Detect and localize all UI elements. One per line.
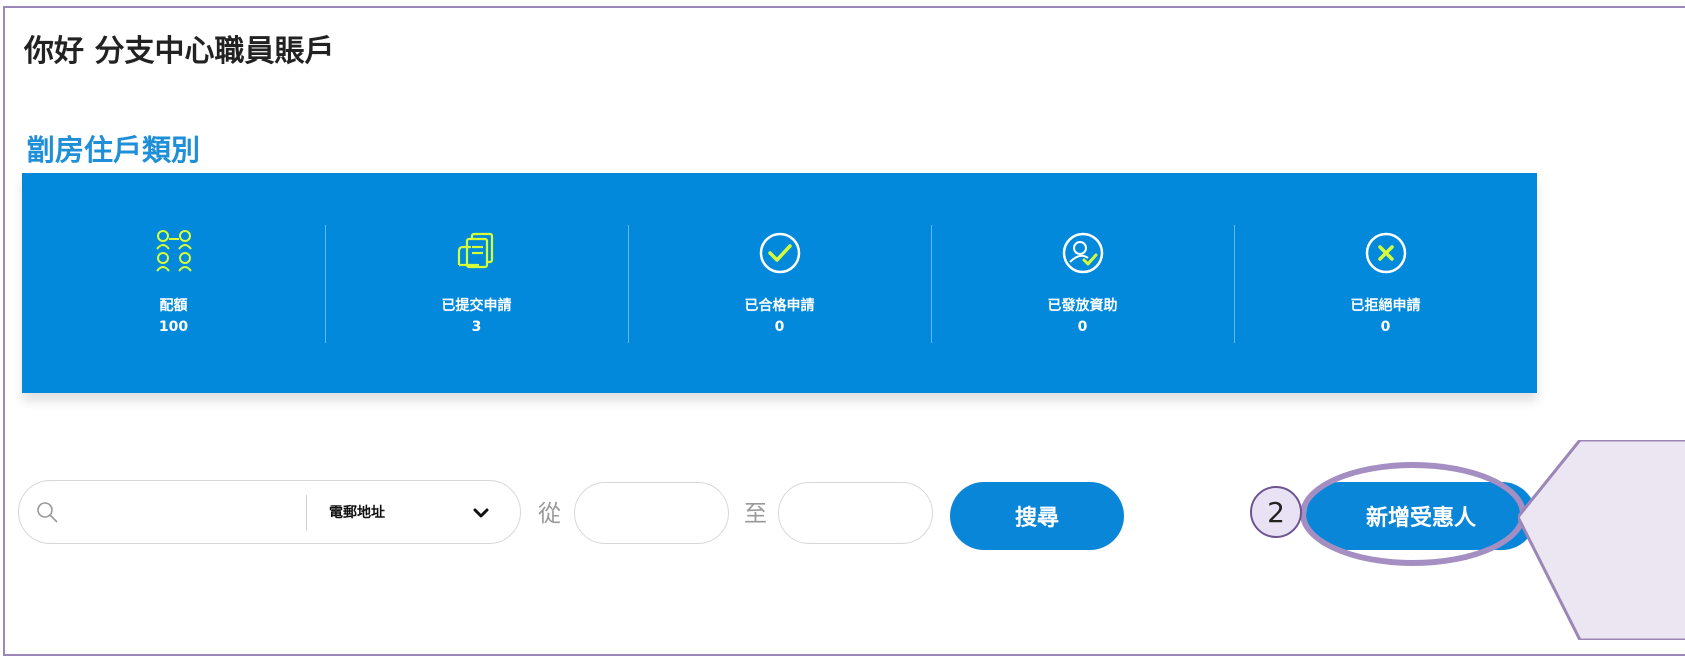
callout-pointer [1516,438,1685,644]
stat-value: 0 [1380,319,1391,335]
stat-quota: 配額 100 [22,225,325,345]
stat-label: 配額 [159,298,188,314]
search-input[interactable] [71,495,305,531]
from-date-input[interactable] [574,482,729,544]
page-greeting: 你好 分支中心職員賬戶 [24,34,335,69]
to-label: 至 [744,501,767,527]
stat-submitted: 已提交申請 3 [325,225,628,345]
to-date-input[interactable] [778,482,933,544]
stat-label: 已提交申請 [441,298,512,314]
search-bar: 電郵地址 [18,480,521,544]
quota-people-icon [22,225,325,281]
search-button[interactable]: 搜尋 [950,482,1124,550]
submitted-documents-icon [325,225,628,281]
x-circle-icon [1234,225,1537,281]
stat-value: 3 [471,319,482,335]
step-badge: 2 [1250,486,1302,538]
stat-label: 已合格申請 [744,298,815,314]
search-icon [35,500,59,528]
from-label: 從 [538,501,561,527]
highlight-oval [1300,462,1526,566]
chevron-down-icon[interactable] [471,503,491,527]
stat-value: 0 [774,319,785,335]
stat-value: 0 [1077,319,1088,335]
stat-label: 已拒絕申請 [1350,298,1421,314]
stat-eligible: 已合格申請 0 [628,225,931,345]
person-check-icon [931,225,1234,281]
stat-label: 已發放資助 [1047,298,1118,314]
search-separator [306,495,307,531]
search-field-select[interactable]: 電郵地址 [329,502,385,522]
stats-banner: 配額 100 已提交申請 3 已合格申請 0 已發放資助 0 已拒絕申請 0 [22,173,1537,393]
check-circle-icon [628,225,931,281]
section-title: 劏房住戶類別 [26,133,201,167]
stat-rejected: 已拒絕申請 0 [1234,225,1537,345]
stat-value: 100 [158,319,189,335]
stat-disbursed: 已發放資助 0 [931,225,1234,345]
